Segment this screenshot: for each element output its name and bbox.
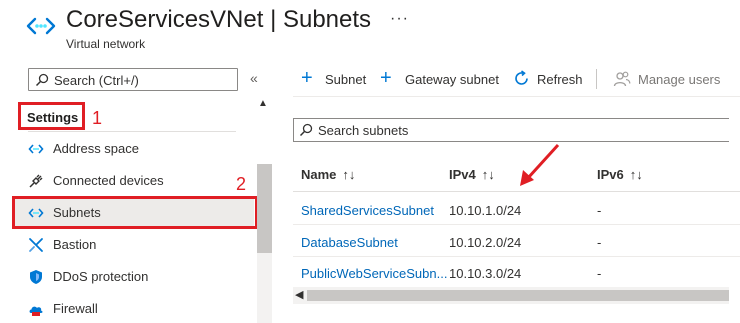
- table-row-divider: [293, 224, 740, 225]
- table-cell-ipv6: -: [597, 203, 602, 218]
- search-icon: [35, 73, 49, 87]
- horizontal-scroll-thumb[interactable]: [307, 290, 729, 301]
- sort-icon[interactable]: ↑↓: [482, 167, 495, 182]
- annotation-marker-1: 1: [92, 108, 103, 128]
- add-gateway-subnet-label: Gateway subnet: [405, 72, 499, 87]
- column-header-label: IPv6: [597, 167, 624, 182]
- users-icon: [613, 71, 631, 87]
- plus-icon: +: [380, 67, 392, 89]
- table-header-divider: [293, 191, 740, 192]
- sidebar-item-firewall[interactable]: Firewall: [14, 295, 254, 323]
- add-subnet-label: Subnet: [325, 72, 367, 87]
- refresh-label: Refresh: [537, 72, 583, 87]
- table-cell-ipv4: 10.10.3.0/24: [449, 266, 522, 281]
- more-options-icon[interactable]: ···: [390, 10, 409, 28]
- column-header-ipv6[interactable]: IPv6 ↑↓: [597, 167, 643, 182]
- scroll-left-icon[interactable]: ◀: [295, 288, 303, 301]
- toolbar-divider: [596, 69, 597, 89]
- annotation-box-subnets: [12, 196, 258, 229]
- sort-icon[interactable]: ↑↓: [630, 167, 643, 182]
- page-header: CoreServicesVNet | Subnets ··· Virtual n…: [0, 0, 740, 60]
- column-header-label: IPv4: [449, 167, 476, 182]
- scroll-up-icon[interactable]: ▲: [258, 98, 268, 109]
- resource-type-label: Virtual network: [66, 37, 146, 51]
- sidebar-item-ddos-protection[interactable]: DDoS protection: [14, 263, 254, 291]
- manage-users-label: Manage users: [638, 72, 721, 87]
- sidebar-scroll-thumb[interactable]: [257, 164, 272, 253]
- table-cell-ipv4: 10.10.1.0/24: [449, 203, 522, 218]
- sidebar-search-placeholder: Search (Ctrl+/): [54, 73, 139, 88]
- plug-icon: [29, 174, 43, 188]
- search-icon: [299, 123, 313, 137]
- sidebar-search-input[interactable]: Search (Ctrl+/): [28, 68, 238, 91]
- sidebar-item-connected-devices[interactable]: Connected devices: [14, 167, 254, 195]
- sort-icon[interactable]: ↑↓: [342, 167, 355, 182]
- table-cell-subnet-name[interactable]: PublicWebServiceSubn...: [301, 266, 447, 281]
- sidebar-item-label: Firewall: [53, 301, 98, 316]
- table-cell-ipv6: -: [597, 266, 602, 281]
- column-header-name[interactable]: Name ↑↓: [301, 167, 355, 182]
- section-divider: [28, 131, 236, 132]
- plus-icon: +: [301, 67, 313, 89]
- subnet-search-input[interactable]: Search subnets: [293, 118, 729, 142]
- sidebar-item-label: Address space: [53, 141, 139, 156]
- table-cell-ipv6: -: [597, 235, 602, 250]
- sidebar-item-address-space[interactable]: Address space: [14, 135, 254, 163]
- add-gateway-subnet-button[interactable]: + Gateway subnet: [380, 66, 505, 92]
- table-row-divider: [293, 256, 740, 257]
- add-subnet-button[interactable]: + Subnet: [301, 66, 371, 92]
- table-cell-subnet-name[interactable]: SharedServicesSubnet: [301, 203, 434, 218]
- page-title: CoreServicesVNet | Subnets: [66, 6, 372, 33]
- sidebar-item-label: Connected devices: [53, 173, 164, 188]
- subnet-search-placeholder: Search subnets: [318, 123, 409, 138]
- sidebar-item-bastion[interactable]: Bastion: [14, 231, 254, 259]
- shield-icon: [30, 270, 42, 284]
- bastion-icon: [29, 238, 43, 252]
- table-cell-ipv4: 10.10.2.0/24: [449, 235, 522, 250]
- column-header-label: Name: [301, 167, 337, 182]
- table-horizontal-scrollbar[interactable]: ◀: [293, 287, 729, 304]
- column-header-ipv4[interactable]: IPv4 ↑↓: [449, 167, 495, 182]
- refresh-icon: [515, 70, 528, 85]
- toolbar-separator-line: [293, 96, 740, 97]
- annotation-box-settings: [18, 102, 85, 130]
- address-space-icon: [28, 144, 44, 154]
- table-cell-subnet-name[interactable]: DatabaseSubnet: [301, 235, 398, 250]
- refresh-button[interactable]: Refresh: [513, 66, 588, 92]
- virtual-network-icon: [26, 17, 56, 35]
- annotation-marker-2: 2: [236, 174, 247, 194]
- annotation-arrow: [520, 143, 560, 186]
- manage-users-button[interactable]: Manage users: [611, 66, 726, 92]
- sidebar-scroll-lower-track[interactable]: [257, 253, 272, 323]
- firewall-icon: [29, 306, 43, 316]
- sidebar-item-label: DDoS protection: [53, 269, 149, 284]
- sidebar-item-label: Bastion: [53, 237, 97, 252]
- collapse-sidebar-icon[interactable]: «: [250, 70, 258, 86]
